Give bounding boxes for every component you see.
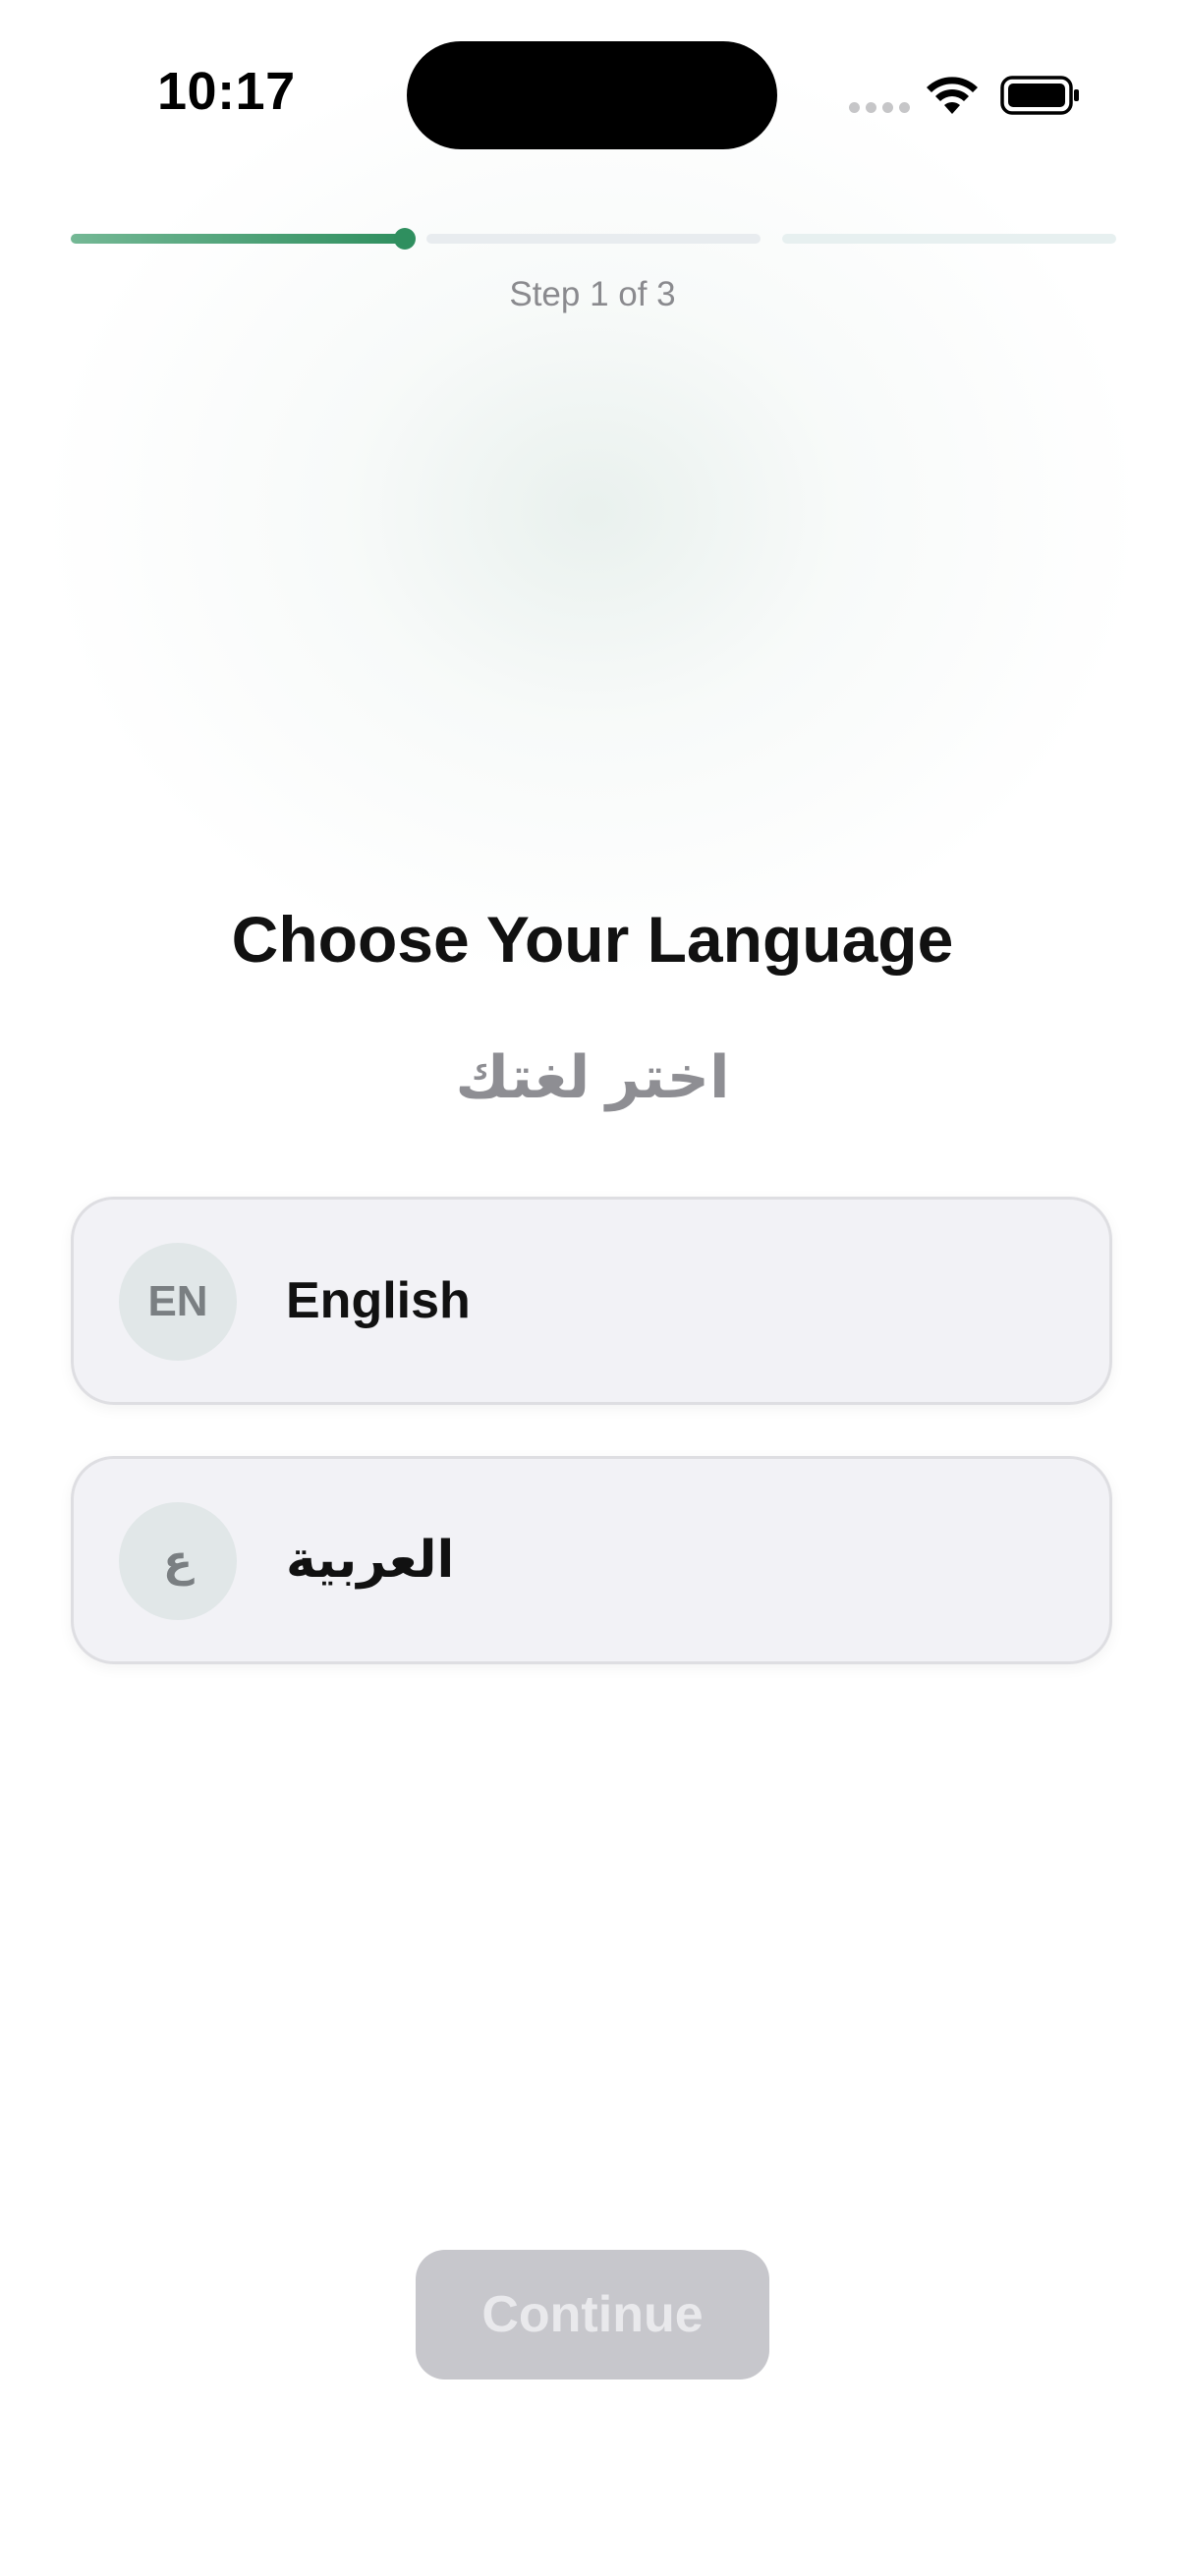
language-label-arabic: العربية xyxy=(286,1532,455,1589)
language-label-english: English xyxy=(286,1272,471,1329)
progress-segment-1-fill xyxy=(71,234,405,244)
battery-icon xyxy=(1000,76,1079,115)
language-option-english[interactable]: EN English xyxy=(71,1197,1112,1405)
page-title: Choose Your Language xyxy=(231,903,954,976)
progress-segment-3 xyxy=(782,234,1116,244)
progress-segment-2 xyxy=(426,234,761,244)
progress-knob xyxy=(394,228,416,250)
language-badge-en: EN xyxy=(119,1243,237,1361)
language-badge-ar: ع xyxy=(119,1502,237,1620)
onboarding-progress xyxy=(71,228,1116,250)
wifi-icon xyxy=(927,77,978,114)
language-option-arabic[interactable]: ع العربية xyxy=(71,1456,1112,1664)
page-subtitle-arabic: اختر لغتك xyxy=(455,1044,730,1110)
dynamic-island xyxy=(407,41,777,149)
status-time: 10:17 xyxy=(157,62,296,121)
step-label: Step 1 of 3 xyxy=(509,275,676,313)
progress-segment-1 xyxy=(71,228,416,250)
signal-dots-icon xyxy=(849,102,910,113)
continue-button[interactable]: Continue xyxy=(416,2250,769,2380)
